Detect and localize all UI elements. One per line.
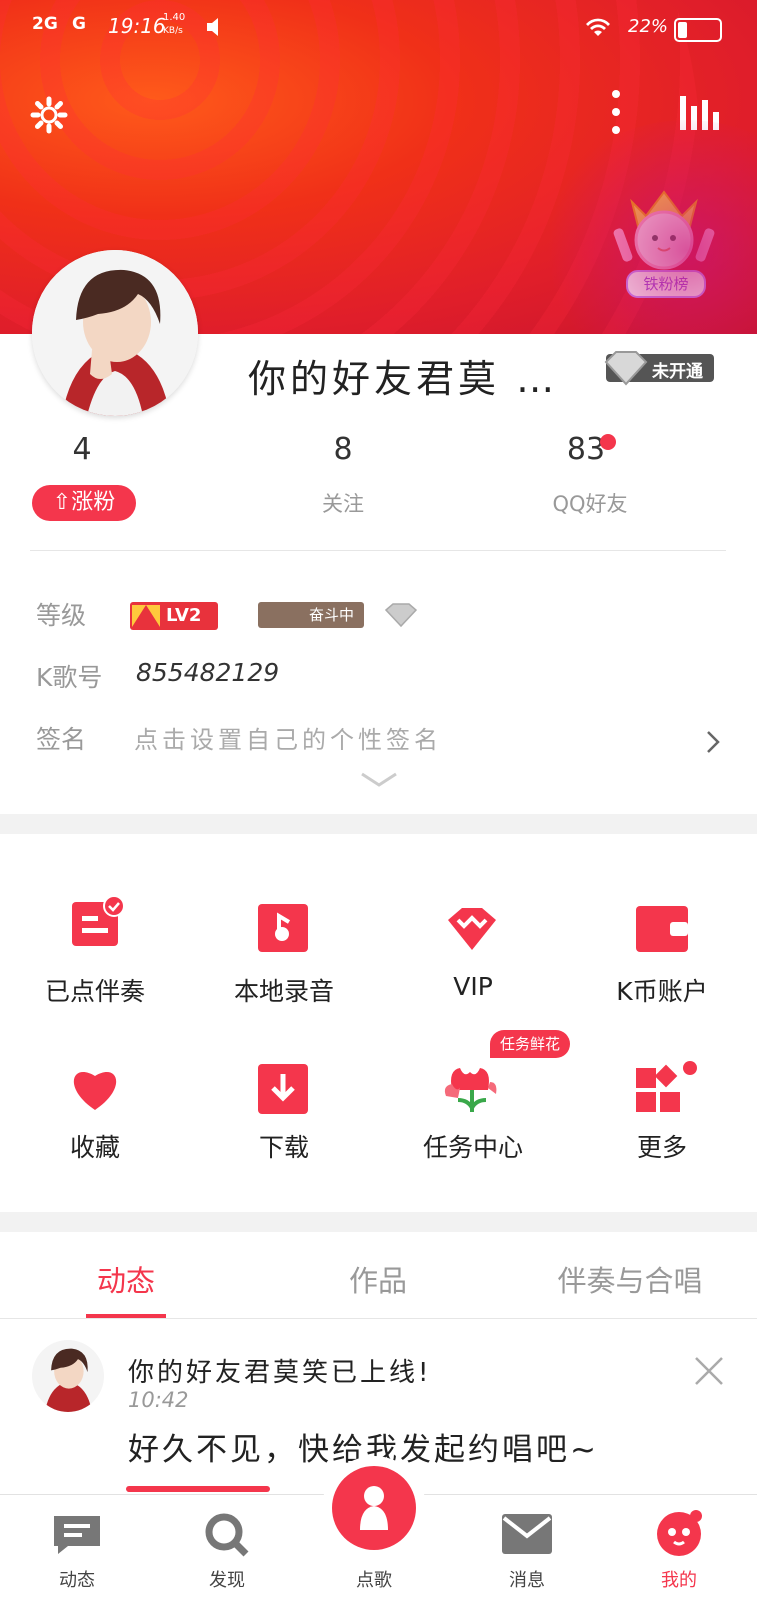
nav-messages[interactable]: 消息 [477, 1566, 577, 1592]
chevron-right-icon[interactable] [706, 730, 720, 758]
nav-mine[interactable]: 我的 [629, 1566, 729, 1592]
network-indicator: 2G [32, 14, 58, 34]
tab-accompaniment-chorus[interactable]: 伴奏与合唱 [530, 1258, 730, 1300]
net-speed-unit: KB/s [163, 26, 183, 36]
network-indicator-2: G [72, 14, 86, 34]
membership-badge[interactable]: 未开通 [604, 351, 714, 386]
level-status-badge[interactable]: 奋斗中 [258, 602, 364, 628]
following-count[interactable]: 8 [283, 432, 403, 467]
wifi-icon [584, 16, 612, 38]
feed-action-bar[interactable] [126, 1486, 270, 1492]
level-v-icon [132, 605, 160, 627]
speaker-icon [205, 16, 227, 38]
heart-icon[interactable] [68, 1064, 122, 1116]
grow-fans-button[interactable]: ⇧涨粉 [32, 485, 136, 521]
more-grid-icon[interactable] [636, 1060, 698, 1116]
search-icon[interactable] [204, 1512, 250, 1562]
grid-item-more[interactable]: 更多 [577, 1128, 747, 1164]
nav-feed[interactable]: 动态 [27, 1566, 127, 1592]
grid-item-task-center[interactable]: 任务中心 [388, 1128, 558, 1164]
wallet-icon[interactable] [636, 906, 688, 956]
mail-icon[interactable] [502, 1514, 552, 1558]
grid-item-accompaniment[interactable]: 已点伴奏 [10, 972, 180, 1008]
grid-item-vip[interactable]: VIP [388, 972, 558, 1001]
profile-icon[interactable] [654, 1510, 704, 1562]
grid-item-kcoin[interactable]: K币账户 [577, 972, 747, 1008]
battery-percent: 22% [628, 16, 669, 37]
grid-item-local-recording[interactable]: 本地录音 [199, 972, 369, 1008]
fans-rank-label: 铁粉榜 [626, 270, 706, 298]
up-arrow-icon: ⇧ [52, 490, 72, 515]
avatar[interactable] [32, 250, 198, 416]
profile-name[interactable]: 你的好友君莫 … [248, 348, 558, 403]
list-check-icon[interactable] [72, 895, 125, 952]
grid-item-favorites[interactable]: 收藏 [10, 1128, 180, 1164]
signature-placeholder[interactable]: 点击设置自己的个性签名 [134, 720, 442, 755]
qq-friends-label[interactable]: QQ好友 [510, 488, 670, 518]
tab-feed[interactable]: 动态 [26, 1258, 226, 1300]
sing-button[interactable] [332, 1466, 416, 1550]
task-badge: 任务鲜花 [490, 1030, 571, 1058]
feed-time: 10:42 [128, 1388, 189, 1412]
nav-discover[interactable]: 发现 [177, 1566, 277, 1592]
clock: 19:16 [108, 14, 166, 38]
chevron-down-icon[interactable] [360, 772, 398, 792]
more-vertical-icon[interactable] [610, 88, 622, 138]
active-tab-indicator [86, 1314, 166, 1318]
divider [30, 550, 726, 551]
level-label: 等级 [36, 601, 87, 630]
notification-dot [600, 434, 616, 450]
fans-rank-badge[interactable]: 铁粉榜 [612, 178, 716, 298]
flower-icon[interactable] [438, 1060, 508, 1118]
level-badge-text: LV2 [166, 605, 202, 626]
diamond-icon[interactable] [444, 906, 500, 956]
settings-gear-icon[interactable] [30, 96, 68, 134]
feed-title: 你的好友君莫笑已上线! [128, 1358, 432, 1388]
qq-friends-count[interactable]: 83 [526, 432, 646, 467]
tab-works[interactable]: 作品 [278, 1258, 478, 1300]
kid-value: 855482129 [136, 658, 280, 687]
download-icon[interactable] [258, 1064, 308, 1118]
chart-bars-icon[interactable] [678, 94, 722, 132]
fans-count[interactable]: 4 [22, 432, 142, 467]
battery-icon [674, 18, 722, 42]
diamond-grey-icon[interactable] [384, 602, 418, 632]
sign-label: 签名 [36, 725, 87, 754]
chat-icon[interactable] [52, 1512, 102, 1560]
feed-avatar[interactable] [32, 1340, 104, 1412]
net-speed: 1.40 [163, 12, 186, 23]
close-icon[interactable] [694, 1356, 724, 1390]
grow-fans-label: 涨粉 [71, 490, 116, 515]
kid-label: K歌号 [36, 663, 103, 692]
membership-label: 未开通 [652, 362, 703, 382]
microphone-icon [360, 1486, 388, 1530]
nav-sing[interactable]: 点歌 [324, 1566, 424, 1592]
following-label[interactable]: 关注 [263, 488, 423, 518]
music-note-icon[interactable] [258, 904, 308, 956]
grid-item-download[interactable]: 下载 [199, 1128, 369, 1164]
level-badge[interactable]: LV2 [130, 602, 218, 630]
